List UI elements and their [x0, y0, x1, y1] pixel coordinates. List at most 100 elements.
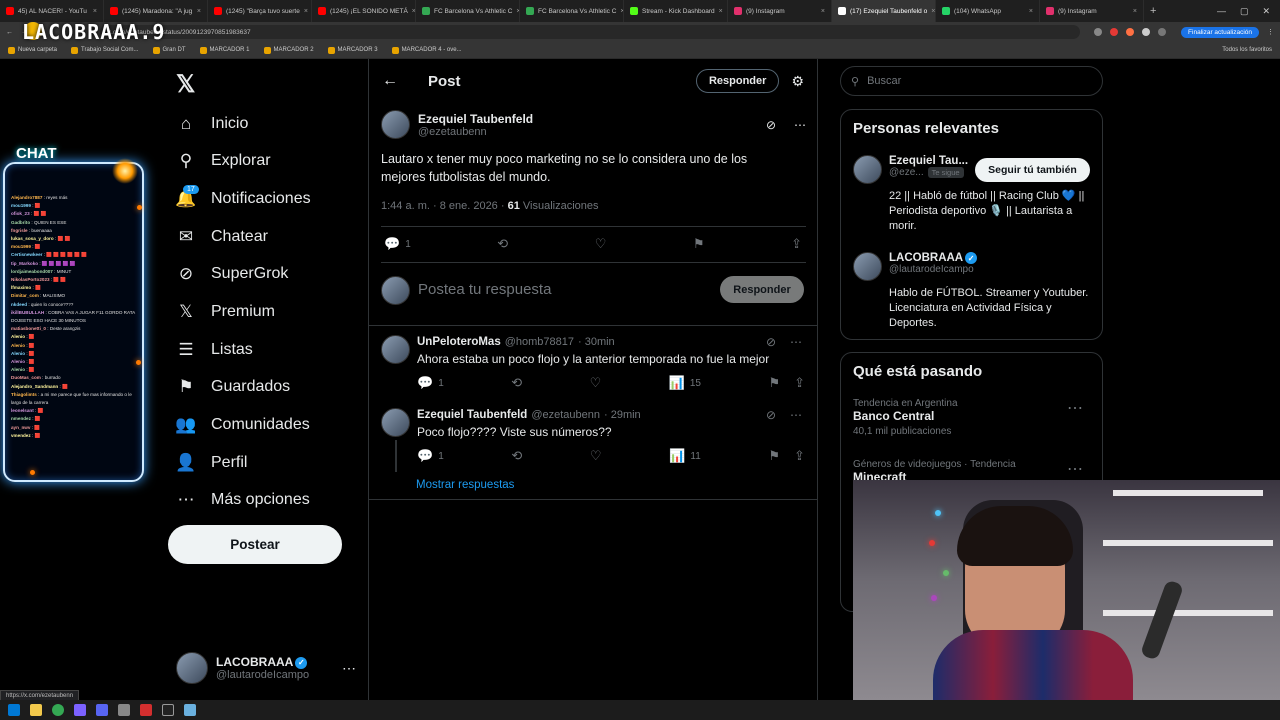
sidebar-item-premium[interactable]: 𝕏 Premium: [176, 297, 275, 327]
browser-tab[interactable]: FC Barcelona Vs Athletic C×: [416, 0, 520, 22]
reply-action[interactable]: 💬 1: [384, 236, 411, 252]
extension-icon[interactable]: [1141, 28, 1150, 36]
app-icon[interactable]: [162, 704, 174, 716]
share-icon[interactable]: ⇪: [794, 375, 805, 391]
browser-tab[interactable]: (104) WhatsApp ×: [936, 0, 1040, 22]
extension-icon[interactable]: [1093, 28, 1102, 36]
share-action[interactable]: ⇪: [791, 236, 802, 252]
profile-avatar-icon[interactable]: [1157, 28, 1166, 36]
browser-tab[interactable]: 45) AL NACER! - YouTu ×: [0, 0, 104, 22]
browser-tab[interactable]: Stream - Kick Dashboard ×: [624, 0, 728, 22]
reply-time[interactable]: · 30min: [578, 336, 615, 348]
repost-action[interactable]: ⟲: [511, 375, 522, 391]
avatar[interactable]: [381, 408, 410, 437]
close-tab-icon[interactable]: ×: [821, 8, 825, 15]
bookmark-item[interactable]: MARCADOR 1: [199, 46, 250, 54]
sidebar-item-más-opciones[interactable]: ⋯ Más opciones: [176, 485, 310, 515]
repost-action[interactable]: ⟲: [497, 236, 508, 252]
browser-tab[interactable]: (9) Instagram ×: [1040, 0, 1144, 22]
close-window-icon[interactable]: ✕: [1262, 6, 1270, 17]
like-action[interactable]: ♡: [590, 375, 602, 391]
app-icon[interactable]: [74, 704, 86, 716]
back-nav-icon[interactable]: ←: [6, 29, 13, 36]
share-icon[interactable]: ⇪: [794, 448, 805, 464]
url-input[interactable]: x.com/ezetaubenn/status/2009123970851983…: [99, 25, 1080, 39]
views-action[interactable]: 📊 15: [669, 375, 701, 391]
bookmark-action[interactable]: ⚑: [693, 236, 705, 252]
search-input[interactable]: ⚲ Buscar: [840, 66, 1103, 96]
more-dots-icon[interactable]: ⋯: [1067, 459, 1083, 479]
grok-icon[interactable]: ⊘: [766, 335, 776, 349]
minimize-icon[interactable]: —: [1217, 6, 1226, 17]
bookmark-item[interactable]: Gran DT: [152, 46, 186, 54]
show-replies-link[interactable]: Mostrar respuestas: [416, 479, 514, 491]
sidebar-item-inicio[interactable]: ⌂ Inicio: [176, 109, 249, 139]
reply-composer-input[interactable]: Postea tu respuesta: [418, 281, 551, 298]
more-dots-icon[interactable]: ⋯: [1067, 398, 1083, 418]
trend-item[interactable]: Tendencia en Argentina Banco Central 40,…: [853, 398, 1093, 437]
close-tab-icon[interactable]: ×: [197, 8, 201, 15]
reply-tweet[interactable]: UnPeloteroMas @homb78817 · 30min ⊘ ⋯ Ahora es…: [381, 335, 806, 397]
bookmark-item[interactable]: MARCADOR 2: [263, 46, 314, 54]
bookmark-item[interactable]: MARCADOR 4 - ove...: [391, 46, 462, 54]
chrome-icon[interactable]: [52, 704, 64, 716]
more-dots-icon[interactable]: ⋯: [342, 660, 356, 677]
reply-action[interactable]: 💬 1: [417, 375, 444, 391]
reply-author-name[interactable]: UnPeloteroMas: [417, 336, 501, 348]
back-arrow-icon[interactable]: ←: [382, 72, 406, 90]
grok-icon[interactable]: ⊘: [766, 118, 776, 132]
browser-tab[interactable]: (1245) ¡EL SONIDO METÁ ×: [312, 0, 416, 22]
more-dots-icon[interactable]: ⋯: [790, 335, 802, 349]
x-logo-icon[interactable]: 𝕏: [176, 70, 195, 99]
reply-time[interactable]: · 29min: [604, 409, 641, 421]
maximize-icon[interactable]: ▢: [1240, 6, 1249, 17]
tweet-time[interactable]: 1:44 a. m. · 8 ene. 2026 ·: [381, 200, 505, 212]
author-handle[interactable]: @ezetaubenn: [418, 126, 533, 138]
sidebar-item-comunidades[interactable]: 👥 Comunidades: [175, 410, 309, 440]
app-icon[interactable]: [118, 704, 130, 716]
close-tab-icon[interactable]: ×: [304, 8, 308, 15]
windows-start-icon[interactable]: [8, 704, 20, 716]
reply-author-handle[interactable]: @homb78817: [505, 336, 574, 348]
extension-icon[interactable]: [1125, 28, 1134, 36]
sidebar-item-chatear[interactable]: ✉ Chatear: [176, 222, 268, 252]
account-switcher[interactable]: LACOBRAAA ✓ @lautarodeIcampo ⋯: [176, 651, 356, 685]
discord-icon[interactable]: [96, 704, 108, 716]
close-tab-icon[interactable]: ×: [719, 8, 723, 15]
extension-icon[interactable]: [1109, 28, 1118, 36]
grok-icon[interactable]: ⊘: [766, 408, 776, 422]
close-tab-icon[interactable]: ×: [1133, 8, 1137, 15]
reply-tweet[interactable]: Ezequiel Taubenfeld @ezetaubenn · 29min ⊘ ⋯ P…: [381, 408, 806, 470]
sidebar-item-explorar[interactable]: ⚲ Explorar: [176, 146, 271, 176]
filter-sliders-icon[interactable]: ⚙: [791, 73, 804, 90]
close-tab-icon[interactable]: ×: [1029, 8, 1033, 15]
browser-menu-icon[interactable]: ⋮: [1267, 28, 1274, 36]
browser-tab[interactable]: (17) Ezequiel Taubenfeld o ×: [832, 0, 936, 22]
follow-back-button[interactable]: Seguir tú también: [975, 158, 1090, 182]
sidebar-item-perfil[interactable]: 👤 Perfil: [175, 448, 247, 478]
update-button[interactable]: Finalizar actualización: [1181, 26, 1259, 38]
bookmark-item[interactable]: Nueva carpeta: [8, 46, 57, 54]
new-tab-button[interactable]: +: [1144, 5, 1162, 17]
app-icon[interactable]: [184, 704, 196, 716]
author-name[interactable]: Ezequiel Taubenfeld: [418, 112, 533, 126]
close-tab-icon[interactable]: ×: [931, 8, 935, 15]
post-button[interactable]: Postear: [168, 525, 342, 564]
bookmark-item[interactable]: MARCADOR 3: [327, 46, 378, 54]
repost-action[interactable]: ⟲: [511, 448, 522, 464]
app-icon[interactable]: [140, 704, 152, 716]
reply-action[interactable]: 💬 1: [417, 448, 444, 464]
reply-author-name[interactable]: Ezequiel Taubenfeld: [417, 409, 527, 421]
like-action[interactable]: ♡: [590, 448, 602, 464]
more-dots-icon[interactable]: ⋯: [790, 408, 802, 422]
avatar[interactable]: [381, 335, 410, 364]
avatar[interactable]: [381, 110, 410, 139]
browser-tab[interactable]: FC Barcelona Vs Athletic C×: [520, 0, 624, 22]
file-explorer-icon[interactable]: [30, 704, 42, 716]
browser-tab[interactable]: (9) Instagram ×: [728, 0, 832, 22]
bookmark-item[interactable]: Trabajo Social Com...: [71, 46, 139, 54]
sidebar-item-guardados[interactable]: ⚑ Guardados: [176, 372, 290, 402]
browser-tab[interactable]: (1245) Maradona: "A jug ×: [104, 0, 208, 22]
bookmark-icon[interactable]: ⚑: [768, 448, 780, 464]
bookmark-icon[interactable]: ⚑: [768, 375, 780, 391]
